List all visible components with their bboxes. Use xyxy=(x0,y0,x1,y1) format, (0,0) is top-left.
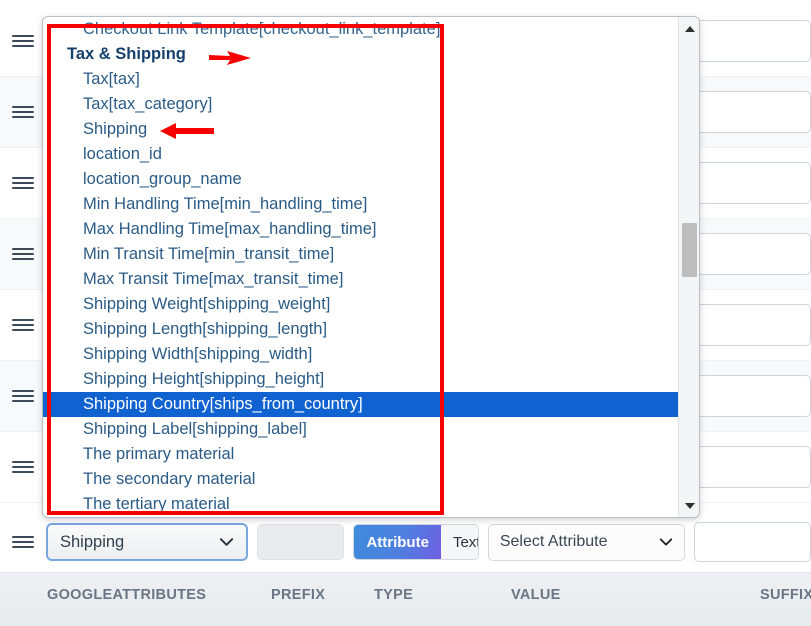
googleattributes-dropdown[interactable]: Checkout Link Template[checkout_link_tem… xyxy=(42,16,700,518)
dropdown-option[interactable]: Tax[tax] xyxy=(43,67,678,92)
dropdown-option-group[interactable]: Tax & Shipping xyxy=(43,42,678,67)
toggle-text-button[interactable]: Text xyxy=(440,525,478,559)
drag-handle-icon[interactable] xyxy=(0,390,46,402)
value-select-value: Select Attribute xyxy=(499,533,608,550)
prefix-input-active[interactable] xyxy=(256,524,345,560)
dropdown-option[interactable]: Shipping Length[shipping_length] xyxy=(43,317,678,342)
dropdown-option[interactable]: The secondary material xyxy=(43,467,678,492)
drag-handle-icon[interactable] xyxy=(0,319,46,331)
column-header-googleattributes: GOOGLEATTRIBUTES xyxy=(47,587,207,603)
column-header-prefix: PREFIX xyxy=(271,587,326,603)
drag-handle-icon[interactable] xyxy=(0,461,46,473)
drag-handle-icon[interactable] xyxy=(0,177,46,189)
dropdown-option[interactable]: Min Transit Time[min_transit_time] xyxy=(43,242,678,267)
column-header-type: TYPE xyxy=(374,587,414,603)
googleattributes-select-value: Shipping xyxy=(60,532,125,551)
toggle-attribute-button[interactable]: Attribute xyxy=(354,525,441,559)
suffix-input[interactable] xyxy=(686,20,811,62)
suffix-input[interactable] xyxy=(686,162,811,204)
dropdown-scrollbar-thumb[interactable] xyxy=(682,223,697,277)
chevron-down-icon xyxy=(219,538,233,546)
drag-handle-icon[interactable] xyxy=(0,248,46,260)
value-select-active[interactable]: Select Attribute xyxy=(487,523,685,561)
dropdown-option[interactable]: Shipping Weight[shipping_weight] xyxy=(43,292,678,317)
dropdown-option[interactable]: Tax[tax_category] xyxy=(43,92,678,117)
column-header-value: VALUE xyxy=(511,587,561,603)
dropdown-option[interactable]: location_id xyxy=(43,142,678,167)
dropdown-option[interactable]: Shipping xyxy=(43,117,678,142)
dropdown-option[interactable]: Checkout Link Template[checkout_link_tem… xyxy=(43,17,678,42)
suffix-input[interactable] xyxy=(686,304,811,346)
dropdown-option[interactable]: Shipping Height[shipping_height] xyxy=(43,367,678,392)
column-header-suffix: SUFFIX xyxy=(760,587,811,603)
active-attribute-row: Shipping Attribute Text Select Attribute xyxy=(0,514,811,570)
dropdown-option[interactable]: Min Handling Time[min_handling_time] xyxy=(43,192,678,217)
type-toggle-active[interactable]: Attribute Text xyxy=(353,524,479,560)
dropdown-option[interactable]: Shipping Country[ships_from_country] xyxy=(43,392,678,417)
dropdown-option-list[interactable]: Checkout Link Template[checkout_link_tem… xyxy=(43,17,678,517)
suffix-input[interactable] xyxy=(686,375,811,417)
dropdown-option[interactable]: Max Handling Time[max_handling_time] xyxy=(43,217,678,242)
drag-handle-icon[interactable] xyxy=(0,536,46,548)
suffix-input[interactable] xyxy=(686,233,811,275)
googleattributes-select-active[interactable]: Shipping xyxy=(46,523,248,561)
attributes-table-header: GOOGLEATTRIBUTES PREFIX TYPE VALUE SUFFI… xyxy=(0,572,811,626)
product-feed-attribute-mapper: Shipping Attribute Text Select Attribute… xyxy=(0,0,811,626)
drag-handle-icon[interactable] xyxy=(0,106,46,118)
suffix-input[interactable] xyxy=(686,446,811,488)
dropdown-option[interactable]: Shipping Label[shipping_label] xyxy=(43,417,678,442)
suffix-input[interactable] xyxy=(686,91,811,133)
dropdown-option[interactable]: Shipping Width[shipping_width] xyxy=(43,342,678,367)
dropdown-scrollbar[interactable] xyxy=(678,17,699,517)
drag-handle-icon[interactable] xyxy=(0,35,46,47)
dropdown-option[interactable]: location_group_name xyxy=(43,167,678,192)
chevron-down-icon xyxy=(659,538,672,546)
triangle-up-icon[interactable] xyxy=(679,19,699,38)
dropdown-option[interactable]: The primary material xyxy=(43,442,678,467)
dropdown-option[interactable]: Max Transit Time[max_transit_time] xyxy=(43,267,678,292)
suffix-input-active[interactable] xyxy=(693,522,811,562)
dropdown-option[interactable]: The tertiary material xyxy=(43,492,678,517)
triangle-down-icon[interactable] xyxy=(679,496,699,515)
